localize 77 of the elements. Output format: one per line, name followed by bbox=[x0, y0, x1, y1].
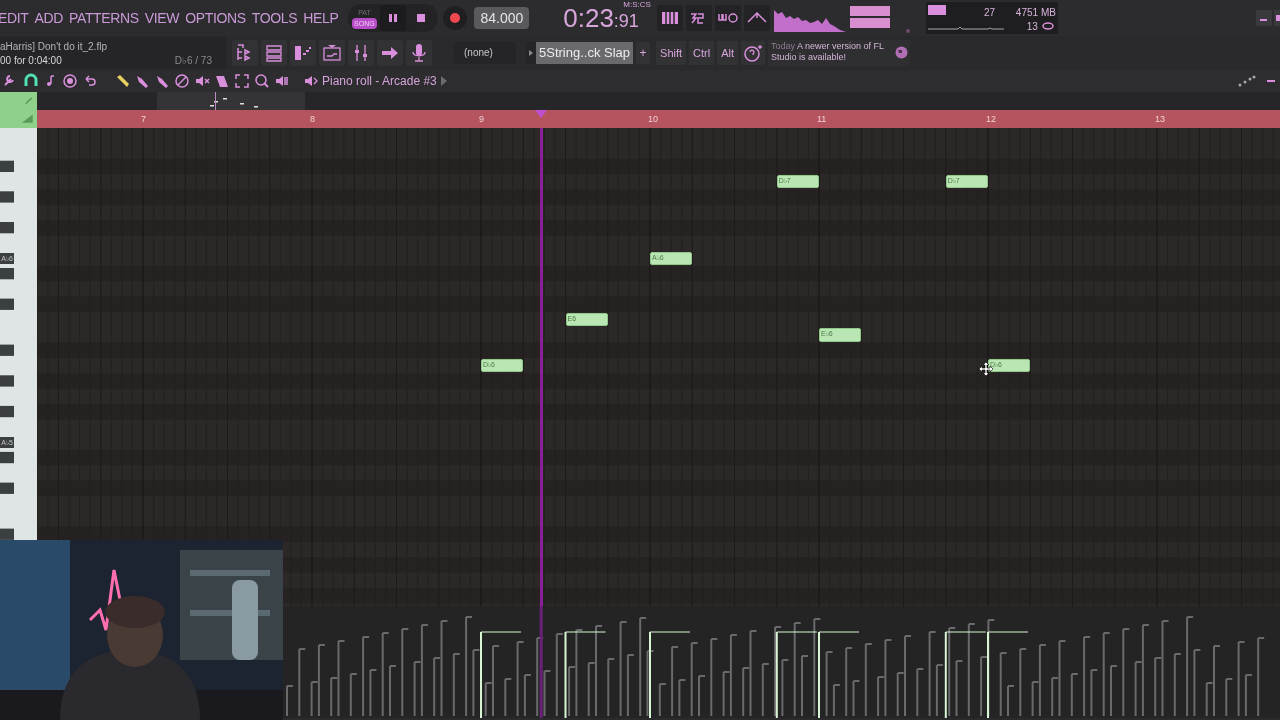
slice-icon[interactable] bbox=[214, 73, 230, 89]
menu-item[interactable]: OPTIONS bbox=[185, 7, 246, 29]
sharp-key[interactable] bbox=[0, 482, 14, 494]
tool-swatch-icon bbox=[0, 92, 37, 128]
select-icon[interactable] bbox=[234, 73, 250, 89]
menu-item[interactable]: HELP bbox=[303, 7, 339, 29]
bar-number: 13 bbox=[1155, 113, 1165, 126]
bar-number: 11 bbox=[817, 113, 827, 126]
bar-number: 12 bbox=[986, 113, 996, 126]
piano-keys-icon[interactable] bbox=[656, 5, 683, 31]
sharp-key[interactable] bbox=[0, 451, 14, 464]
sharp-key[interactable] bbox=[0, 528, 14, 540]
minimize-icon[interactable] bbox=[1256, 10, 1272, 26]
scatter-icon[interactable] bbox=[1238, 75, 1256, 87]
microphone-icon[interactable] bbox=[406, 40, 432, 66]
playlist-icon[interactable] bbox=[319, 40, 345, 66]
menu-item[interactable]: TOOLS bbox=[251, 7, 298, 29]
pause-button[interactable] bbox=[380, 5, 407, 31]
pattern-selector[interactable]: (none) bbox=[454, 42, 516, 64]
undo-icon[interactable] bbox=[82, 73, 98, 89]
channel-rack-icon[interactable] bbox=[261, 40, 287, 66]
modifier-key[interactable]: Ctrl bbox=[689, 41, 715, 65]
time-display: 0:23 bbox=[563, 4, 614, 32]
brush-icon[interactable] bbox=[154, 73, 170, 89]
brush-icon[interactable] bbox=[134, 73, 150, 89]
note-info: D♭6 / 73 bbox=[174, 54, 212, 68]
arrow-right-icon[interactable] bbox=[377, 40, 403, 66]
bar-number: 9 bbox=[479, 113, 484, 126]
circle-icon[interactable] bbox=[62, 73, 78, 89]
piano-roll-title: Piano roll - Arcade #3 bbox=[322, 73, 437, 90]
zoom-icon[interactable] bbox=[254, 73, 270, 89]
modifier-key[interactable]: Shift bbox=[656, 41, 687, 65]
help-icon[interactable] bbox=[741, 41, 765, 65]
bar-number: 10 bbox=[648, 113, 658, 126]
no-entry-icon[interactable] bbox=[174, 73, 190, 89]
modifier-key[interactable]: Alt bbox=[717, 41, 738, 65]
memory-value: 4751 MB bbox=[1015, 6, 1056, 20]
polyphony-value: 13 bbox=[1026, 20, 1038, 34]
menu-item[interactable]: VIEW bbox=[144, 7, 180, 29]
time-format-label: M:S:CS bbox=[623, 0, 651, 9]
menu-item[interactable]: PATTERNS bbox=[69, 7, 139, 29]
loop-icon[interactable] bbox=[714, 5, 741, 31]
timeline-ruler[interactable]: 7 8 9 10 11 12 13 bbox=[37, 110, 1280, 128]
time-centiseconds: :91 bbox=[613, 10, 639, 32]
overview-strip[interactable] bbox=[157, 92, 305, 110]
speaker-icon[interactable] bbox=[304, 73, 318, 89]
menu-item[interactable]: ADD bbox=[34, 7, 63, 29]
news-message: Today A newer version of FL Studio is available! bbox=[771, 41, 885, 63]
mixer-icon[interactable] bbox=[348, 40, 374, 66]
magnet-icon[interactable] bbox=[22, 73, 38, 89]
piano-roll-icon[interactable] bbox=[290, 40, 316, 66]
sharp-key[interactable] bbox=[0, 298, 14, 310]
channel-selector[interactable]: 5String..ck Slap bbox=[536, 42, 634, 64]
cpu-value: 27 bbox=[983, 6, 995, 20]
browser-icon[interactable] bbox=[232, 40, 258, 66]
sharp-key[interactable] bbox=[0, 160, 14, 172]
speaker-icon[interactable] bbox=[274, 73, 290, 89]
menu-item[interactable]: EDIT bbox=[0, 7, 29, 29]
beat-counter-icon[interactable] bbox=[685, 5, 712, 31]
song-length: 00 for 0:04:00 bbox=[0, 54, 62, 68]
restore-icon[interactable] bbox=[1274, 10, 1280, 26]
sharp-key[interactable] bbox=[0, 405, 14, 418]
tempo-field[interactable]: 84.000 bbox=[474, 7, 530, 29]
globe-icon[interactable] bbox=[895, 46, 908, 59]
record-button[interactable] bbox=[442, 5, 469, 31]
file-name: aHarris] Don't do it_2.flp bbox=[0, 40, 107, 54]
sharp-key[interactable] bbox=[0, 268, 14, 280]
bar-number: 8 bbox=[310, 113, 315, 126]
metronome-icon[interactable] bbox=[743, 5, 770, 31]
sharp-key[interactable] bbox=[0, 344, 14, 356]
velocity-lane-drawing[interactable] bbox=[283, 606, 1280, 718]
sharp-key[interactable] bbox=[0, 222, 14, 234]
caret-icon[interactable] bbox=[440, 76, 447, 86]
add-button[interactable]: + bbox=[636, 42, 651, 64]
bar-number: 7 bbox=[141, 113, 146, 126]
mute-icon[interactable] bbox=[194, 73, 210, 89]
polyphony-icon bbox=[1041, 22, 1054, 30]
